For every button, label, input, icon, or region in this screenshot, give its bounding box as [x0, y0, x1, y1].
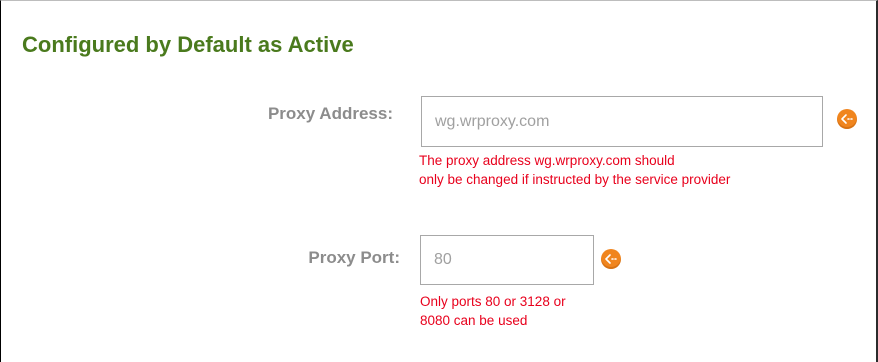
proxy-port-help-icon[interactable] — [601, 249, 621, 269]
proxy-address-hint-line: The proxy address wg.wrproxy.com should — [419, 153, 675, 168]
proxy-port-hint: Only ports 80 or 3128 or 8080 can be use… — [420, 292, 566, 330]
proxy-port-hint-line: 8080 can be used — [420, 313, 528, 328]
arrow-left-icon — [605, 254, 617, 264]
proxy-address-hint: The proxy address wg.wrproxy.com should … — [419, 151, 730, 189]
proxy-port-label: Proxy Port: — [308, 248, 400, 267]
proxy-address-help-icon[interactable] — [837, 109, 857, 129]
proxy-address-hint-line: only be changed if instructed by the ser… — [419, 172, 731, 187]
proxy-address-input[interactable] — [421, 96, 823, 147]
proxy-port-input[interactable] — [420, 235, 594, 285]
proxy-settings-panel: Configured by Default as Active Proxy Ad… — [0, 0, 878, 362]
section-title: Configured by Default as Active — [22, 32, 354, 57]
proxy-address-label: Proxy Address: — [267, 104, 393, 123]
proxy-port-hint-line: Only ports 80 or 3128 or — [420, 294, 566, 309]
arrow-left-icon — [841, 114, 853, 124]
